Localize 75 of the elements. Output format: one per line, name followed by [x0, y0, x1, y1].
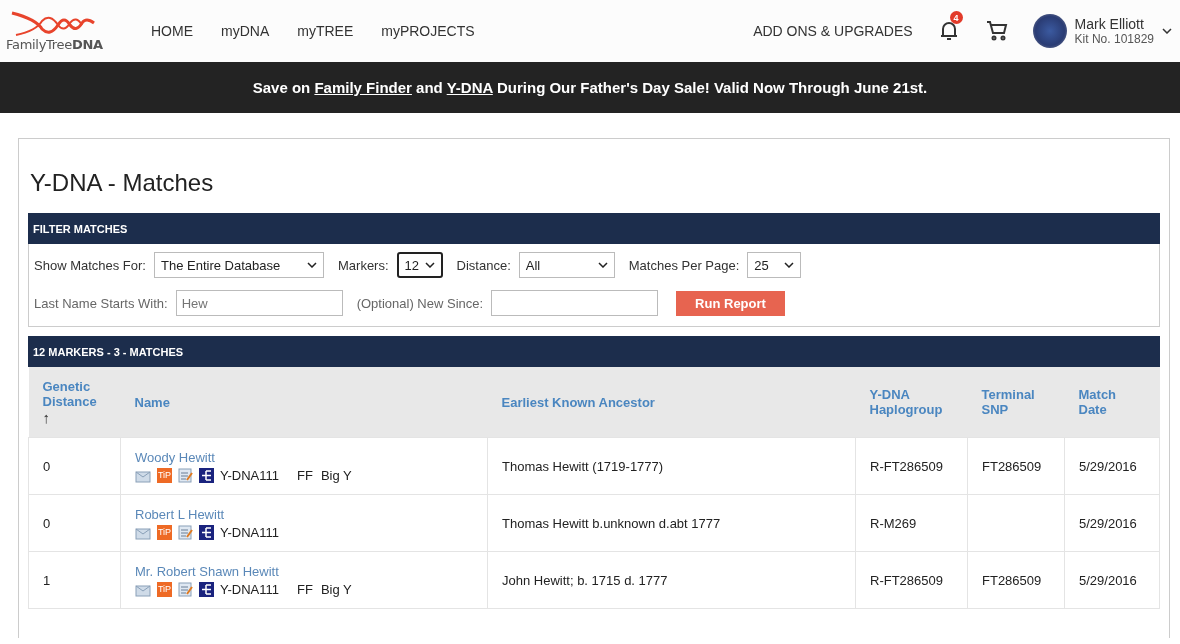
- input-field[interactable]: Hew: [175, 290, 343, 316]
- field-label: Markers:: [338, 257, 389, 273]
- table-cell: 5/29/2016: [1064, 551, 1160, 609]
- test-label: Big Y: [320, 467, 352, 483]
- field-label: Last Name Starts With:: [34, 295, 168, 311]
- run-report-button[interactable]: Run Report: [676, 290, 785, 316]
- table-cell: 0: [28, 494, 121, 552]
- promo-link[interactable]: Family Finder: [314, 79, 412, 96]
- page-title: Y-DNA - Matches: [30, 169, 215, 197]
- table-cell: 1: [28, 551, 121, 609]
- test-label: FF: [297, 581, 313, 597]
- table-cell: 0: [28, 437, 121, 495]
- cart-icon[interactable]: [984, 19, 1009, 43]
- table-cell: John Hewitt; b. 1715 d. 1777: [487, 551, 856, 609]
- caret-icon: [424, 262, 435, 268]
- test-label: FF: [297, 467, 313, 483]
- test-label: Y-DNA111: [220, 467, 279, 483]
- match-name-link[interactable]: Robert L Hewitt: [135, 506, 225, 522]
- test-label: Y-DNA111: [220, 524, 279, 540]
- notification-count: 4: [949, 11, 963, 24]
- dropdown[interactable]: The Entire Database: [154, 252, 324, 278]
- tree-icon[interactable]: [199, 467, 214, 483]
- dropdown[interactable]: 12: [396, 252, 443, 278]
- table-cell: Thomas Hewitt b.unknown d.abt 1777: [487, 494, 856, 552]
- sort-link[interactable]: Match Date: [1078, 387, 1146, 417]
- caret-icon: [307, 262, 317, 268]
- nav-link[interactable]: HOME: [151, 23, 193, 39]
- promo-text: Save on Family Finder and Y-DNA During Our Father's Day Sale! Valid Now Through June 21st.: [252, 79, 928, 96]
- tip-icon[interactable]: TiP: [157, 524, 172, 540]
- table-cell: FT286509: [967, 437, 1065, 495]
- dropdown[interactable]: 25: [747, 252, 802, 278]
- table-cell: R-FT286509: [855, 551, 968, 609]
- match-name-link[interactable]: Woody Hewitt: [135, 449, 215, 465]
- tip-icon[interactable]: TiP: [157, 467, 172, 483]
- test-label: Y-DNA111: [220, 581, 279, 597]
- notepad-icon[interactable]: [178, 524, 193, 540]
- field-label: Matches Per Page:: [628, 257, 740, 273]
- promo-link[interactable]: Y-DNA: [446, 79, 493, 96]
- table-cell: 5/29/2016: [1064, 437, 1160, 495]
- table-cell: FT286509: [967, 551, 1065, 609]
- nav-link[interactable]: ADD ONS & UPGRADES: [753, 23, 913, 39]
- tree-icon[interactable]: [199, 581, 214, 597]
- sort-link[interactable]: Earliest Known Ancestor: [501, 394, 842, 410]
- nav-link[interactable]: myDNA: [221, 23, 270, 39]
- section-header: FILTER MATCHES: [28, 213, 1160, 244]
- field-label: Distance:: [456, 257, 511, 273]
- section-header: 12 MARKERS - 3 - MATCHES: [28, 336, 1160, 367]
- kit-number: Kit No. 101829: [1074, 32, 1154, 46]
- match-name-link[interactable]: Mr. Robert Shawn Hewitt: [135, 563, 279, 579]
- input-field[interactable]: [491, 290, 659, 316]
- nav-link[interactable]: myPROJECTS: [381, 23, 475, 39]
- user-name: Mark Elliott: [1074, 16, 1145, 32]
- avatar[interactable]: [1032, 14, 1067, 48]
- logo-text: FamilyTreeDNA: [6, 36, 103, 52]
- field-label: Show Matches For:: [34, 257, 146, 273]
- table-cell: R-M269: [855, 494, 968, 552]
- tip-icon[interactable]: TiP: [157, 581, 172, 597]
- sort-link[interactable]: Genetic Distance: [42, 378, 107, 409]
- table-cell: R-FT286509: [855, 437, 968, 495]
- sort-link[interactable]: Terminal SNP: [981, 387, 1051, 417]
- tree-icon[interactable]: [199, 524, 214, 540]
- sort-link[interactable]: Y-DNA Haplogroup: [869, 387, 954, 417]
- notepad-icon[interactable]: [178, 581, 193, 597]
- table-cell: 5/29/2016: [1064, 494, 1160, 552]
- nav-link[interactable]: myTREE: [297, 23, 354, 39]
- table-cell: Thomas Hewitt (1719-1777): [487, 437, 856, 495]
- field-label: (Optional) New Since:: [356, 295, 484, 311]
- sort-arrow: ↑: [42, 408, 51, 426]
- dropdown[interactable]: All: [518, 252, 615, 278]
- caret-icon: [597, 262, 608, 268]
- sort-link[interactable]: Name: [134, 394, 474, 410]
- chevron-icon[interactable]: [1162, 28, 1172, 34]
- test-label: Big Y: [320, 581, 352, 597]
- caret-icon: [784, 262, 795, 268]
- notepad-icon[interactable]: [178, 467, 193, 483]
